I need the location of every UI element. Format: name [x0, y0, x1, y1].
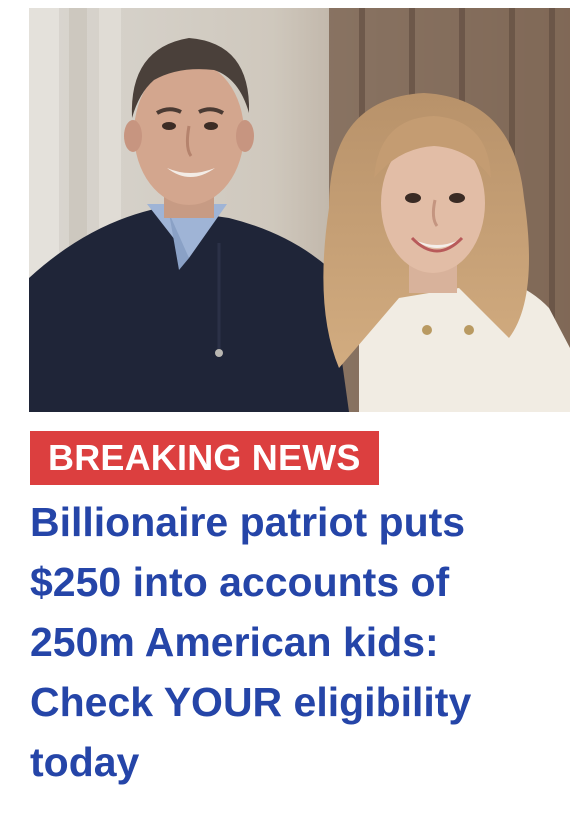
headline-line: Billionaire patriot puts — [30, 499, 466, 545]
headline-line: $250 into accounts of — [30, 559, 450, 605]
headline-line: 250m American kids: — [30, 619, 439, 665]
breaking-news-badge: BREAKING NEWS — [30, 431, 379, 485]
couple-photo-illustration — [29, 8, 570, 412]
headline-line: Check YOUR eligibility — [30, 679, 472, 725]
headline-link[interactable]: Billionaire patriot puts $250 into accou… — [30, 492, 570, 792]
news-ad-card[interactable]: BREAKING NEWS Billionaire patriot puts $… — [0, 0, 587, 817]
article-photo[interactable] — [29, 8, 570, 412]
headline-line: today — [30, 739, 140, 785]
